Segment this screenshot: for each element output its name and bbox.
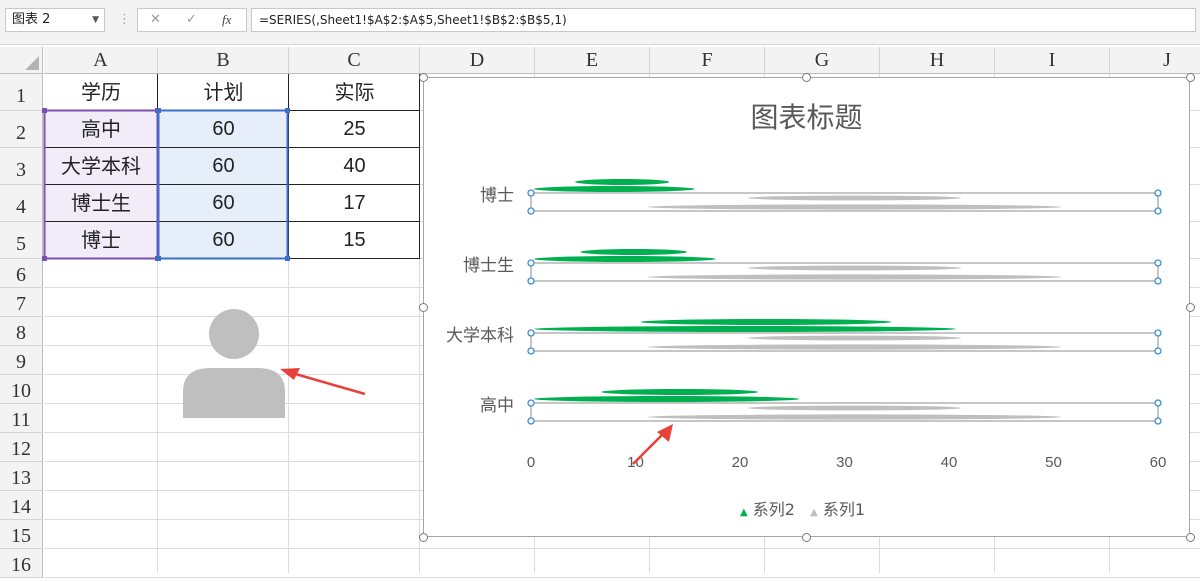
category-label[interactable]: 博士 [424, 181, 514, 206]
x-tick-label: 20 [731, 454, 749, 471]
series-selection-handle [527, 347, 535, 355]
series-selection-handle [527, 259, 535, 267]
bar-series2 [534, 186, 695, 192]
series-selection-handle [1154, 399, 1162, 407]
legend-label-series1: 系列1 [822, 500, 866, 519]
x-tick-label: 0 [526, 454, 536, 471]
bar-series1-top [747, 335, 962, 341]
bar-series1-top [747, 405, 962, 411]
x-tick-label: 50 [1045, 454, 1062, 471]
series-selection-handle [1154, 417, 1162, 425]
series-selection-handle [527, 329, 535, 337]
bar-series2-top [580, 249, 688, 255]
gridline-horizontal [44, 577, 1200, 578]
chart-resize-handle[interactable] [1186, 73, 1195, 82]
category-label[interactable]: 高中 [424, 391, 514, 416]
chart-resize-handle[interactable] [1186, 303, 1195, 312]
bar-series1-top [747, 195, 962, 201]
chart-resize-handle[interactable] [802, 533, 811, 542]
bar-series2-top [601, 389, 759, 395]
x-tick-label: 30 [836, 454, 853, 471]
red-arrow-icon [632, 424, 673, 465]
bar-series2 [534, 396, 800, 402]
chart-resize-handle[interactable] [419, 73, 428, 82]
series-selection-handle [527, 399, 535, 407]
bar-series2 [534, 256, 716, 262]
bar-chart[interactable]: 图表标题 博士博士生大学本科高中 0102030405060 ▲ 系列2 ▲ 系… [423, 77, 1190, 537]
bar-series1 [647, 414, 1062, 420]
bar-series1 [647, 274, 1062, 280]
series-selection-handle [1154, 329, 1162, 337]
red-arrow-icon [280, 368, 366, 396]
x-tick-label: 60 [1149, 454, 1167, 471]
bar-series2-top [575, 179, 670, 185]
bar-series1 [647, 204, 1062, 210]
legend-marker-series1: ▲ [810, 507, 818, 518]
series-selection-handle [527, 417, 535, 425]
series-selection-handle [1154, 259, 1162, 267]
chart-resize-handle[interactable] [419, 533, 428, 542]
series-selection-handle [527, 277, 535, 285]
bar-series1 [647, 344, 1062, 350]
category-label[interactable]: 博士生 [424, 251, 514, 276]
series-selection-handle [1154, 277, 1162, 285]
series-selection-handle [1154, 207, 1162, 215]
bar-series2 [534, 326, 956, 332]
chart-resize-handle[interactable] [1186, 533, 1195, 542]
series-selection-handle [1154, 189, 1162, 197]
legend[interactable]: ▲ 系列2 ▲ 系列1 [740, 496, 865, 520]
legend-marker-series2: ▲ [740, 507, 748, 518]
bar-series2-top [640, 319, 892, 325]
chart-resize-handle[interactable] [419, 303, 428, 312]
bar-series1-top [747, 265, 962, 271]
series-selection-handle [527, 189, 535, 197]
series-selection-handle [527, 207, 535, 215]
legend-label-series2: 系列2 [752, 500, 795, 519]
category-label[interactable]: 大学本科 [424, 321, 514, 346]
x-tick-label: 40 [940, 454, 958, 471]
series-selection-handle [1154, 347, 1162, 355]
chart-resize-handle[interactable] [802, 73, 811, 82]
